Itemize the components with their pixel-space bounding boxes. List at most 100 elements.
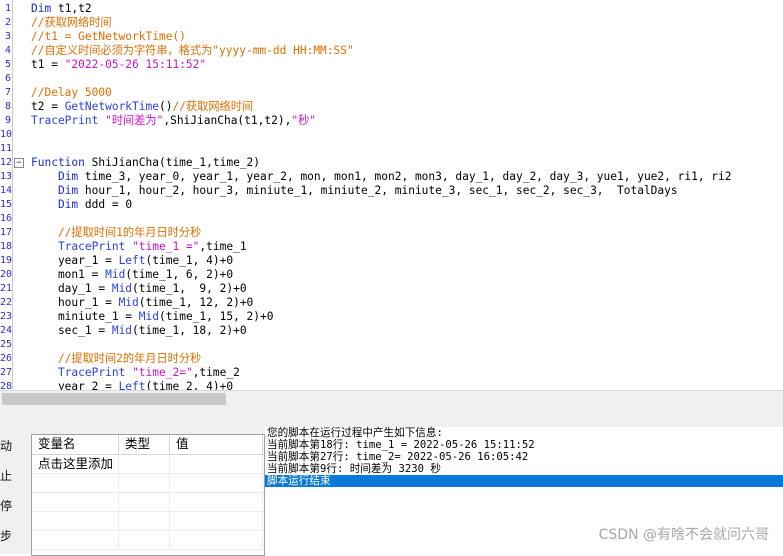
code-token: (time_1, 4)+0 <box>145 254 234 267</box>
code-line[interactable]: 8 t2 = GetNetworkTime()//获取网络时间 <box>0 100 783 114</box>
column-value-header[interactable]: 值 <box>170 435 263 454</box>
line-number: 11 <box>0 143 13 154</box>
line-number: 9 <box>4 115 11 126</box>
code-token: year_1 = <box>31 254 119 267</box>
code-line[interactable]: 27 TracePrint "time_2=",time_2 <box>0 366 783 380</box>
line-number: 21 <box>0 283 13 294</box>
stop-button[interactable]: 终止 <box>0 467 30 487</box>
code-token: Left <box>118 254 146 267</box>
code-line[interactable]: 12− Function ShiJianCha(time_1,time_2) <box>0 156 783 170</box>
code-line[interactable]: 13 Dim time_3, year_0, year_1, year_2, m… <box>0 170 783 184</box>
code-token: hour_1 = <box>31 296 119 309</box>
code-line[interactable]: 25 <box>0 338 783 352</box>
code-token: "time_2=" <box>132 366 193 379</box>
code-token: "time_1 =" <box>132 240 200 253</box>
code-token: day_1 = <box>31 282 112 295</box>
code-token: (time_1, 12, 2)+0 <box>138 296 254 309</box>
line-number: 10 <box>0 129 13 140</box>
code-line[interactable]: 15 Dim ddd = 0 <box>0 198 783 212</box>
code-line[interactable]: 1 Dim t1,t2 <box>0 2 783 16</box>
code-text: TracePrint "时间差为",ShiJianCha(t1,t2),"秒" <box>31 114 316 128</box>
line-number: 18 <box>0 241 13 252</box>
code-text: year_2 = Left(time_2, 4)+0 <box>31 380 233 390</box>
code-line[interactable]: 14 Dim hour_1, hour_2, hour_3, miniute_1… <box>0 184 783 198</box>
code-line[interactable]: 24 sec_1 = Mid(time_1, 18, 2)+0 <box>0 324 783 338</box>
code-token: TracePrint <box>31 114 99 127</box>
variable-watch-panel: 变量名 类型 值 点击这里添加 <box>31 434 265 556</box>
column-name-header[interactable]: 变量名 <box>32 435 119 454</box>
code-text: //获取网络时间 <box>31 16 112 30</box>
column-type-header[interactable]: 类型 <box>119 435 170 454</box>
line-number: 27 <box>0 367 13 378</box>
code-line[interactable]: 6 <box>0 72 783 86</box>
empty-cell <box>32 493 119 511</box>
empty-cell <box>32 531 119 549</box>
code-line[interactable]: 4 //自定义时间必须为字符串，格式为"yyyy-mm-dd HH:MM:SS" <box>0 44 783 58</box>
code-token: //自定义时间必须为字符串，格式为"yyyy-mm-dd HH:MM:SS" <box>31 44 354 57</box>
code-token: year_2 = <box>31 380 119 390</box>
code-line[interactable]: 17 //提取时间1的年月日时分秒 <box>0 226 783 240</box>
code-token: Mid <box>111 282 133 295</box>
code-text: TracePrint "time_2=",time_2 <box>31 366 240 380</box>
code-editor[interactable]: 1 Dim t1,t2 2 //获取网络时间 3 //t1 = GetNetworkTim… <box>0 0 783 390</box>
line-number: 7 <box>4 87 11 98</box>
fold-toggle-icon[interactable]: − <box>14 158 24 168</box>
scrollbar-thumb[interactable] <box>2 393 226 405</box>
line-number: 15 <box>0 199 13 210</box>
line-number: 20 <box>0 269 13 280</box>
code-token: Mid <box>118 296 139 309</box>
start-button[interactable]: 启动 <box>0 437 30 457</box>
line-number: 8 <box>4 101 11 112</box>
bottom-panel: 启动 终止 暂停 单步 变量名 类型 值 点击这里添加 您的脚本在运行过程中产生… <box>0 407 783 556</box>
code-token: ddd = 0 <box>78 198 133 211</box>
line-number: 28 <box>0 381 13 390</box>
pause-button[interactable]: 暂停 <box>0 497 30 517</box>
add-variable-row[interactable]: 点击这里添加 <box>32 455 264 474</box>
code-token: t2 = <box>31 100 65 113</box>
code-token: ,time_1 <box>199 240 247 253</box>
code-line[interactable]: 28 year_2 = Left(time_2, 4)+0 <box>0 380 783 390</box>
code-line[interactable]: 5 t1 = "2022-05-26 15:11:52" <box>0 58 783 72</box>
line-number: 5 <box>4 59 11 70</box>
code-token: (time_1, 15, 2)+0 <box>159 310 274 323</box>
add-variable-cell[interactable]: 点击这里添加 <box>32 455 119 473</box>
code-line[interactable]: 16 <box>0 212 783 226</box>
code-line[interactable]: 26 //提取时间2的年月日时分秒 <box>0 352 783 366</box>
code-line[interactable]: 21 day_1 = Mid(time_1, 9, 2)+0 <box>0 282 783 296</box>
code-token: //t1 = GetNetworkTime() <box>31 30 186 43</box>
line-number: 24 <box>0 325 13 336</box>
code-line[interactable]: 19 year_1 = Left(time_1, 4)+0 <box>0 254 783 268</box>
line-number: 13 <box>0 171 13 182</box>
code-token: t1 = <box>31 58 65 71</box>
code-token: t1,t2 <box>51 2 92 15</box>
horizontal-scrollbar[interactable] <box>0 390 783 408</box>
variable-table-header: 变量名 类型 值 <box>32 435 264 455</box>
empty-cell <box>170 474 263 492</box>
code-token: (time_1, 6, 2)+0 <box>125 268 234 281</box>
code-line[interactable]: 11 <box>0 142 783 156</box>
code-token: TracePrint <box>57 366 126 379</box>
code-token: Mid <box>138 310 159 323</box>
code-line[interactable]: 7 //Delay 5000 <box>0 86 783 100</box>
watermark: CSDN @有啥不会就问六哥 <box>598 527 769 543</box>
code-token: (time_1, 18, 2)+0 <box>132 324 247 337</box>
log-line-selected[interactable]: 脚本运行结束 <box>265 475 783 487</box>
code-line[interactable]: 22 hour_1 = Mid(time_1, 12, 2)+0 <box>0 296 783 310</box>
step-button[interactable]: 单步 <box>0 527 30 547</box>
code-line[interactable]: 3 //t1 = GetNetworkTime() <box>0 30 783 44</box>
code-line[interactable]: 20 mon1 = Mid(time_1, 6, 2)+0 <box>0 268 783 282</box>
code-line[interactable]: 9 TracePrint "时间差为",ShiJianCha(t1,t2),"秒" <box>0 114 783 128</box>
code-token: //获取网络时间 <box>172 100 254 113</box>
code-line[interactable]: 23 miniute_1 = Mid(time_1, 15, 2)+0 <box>0 310 783 324</box>
code-line[interactable]: 10 <box>0 128 783 142</box>
code-text: year_1 = Left(time_1, 4)+0 <box>31 254 233 268</box>
code-line[interactable]: 18 TracePrint "time_1 =",time_1 <box>0 240 783 254</box>
code-token: hour_1, hour_2, hour_3, miniute_1, miniu… <box>78 184 678 197</box>
code-text: hour_1 = Mid(time_1, 12, 2)+0 <box>31 296 253 310</box>
table-row <box>32 493 264 512</box>
code-line[interactable]: 2 //获取网络时间 <box>0 16 783 30</box>
